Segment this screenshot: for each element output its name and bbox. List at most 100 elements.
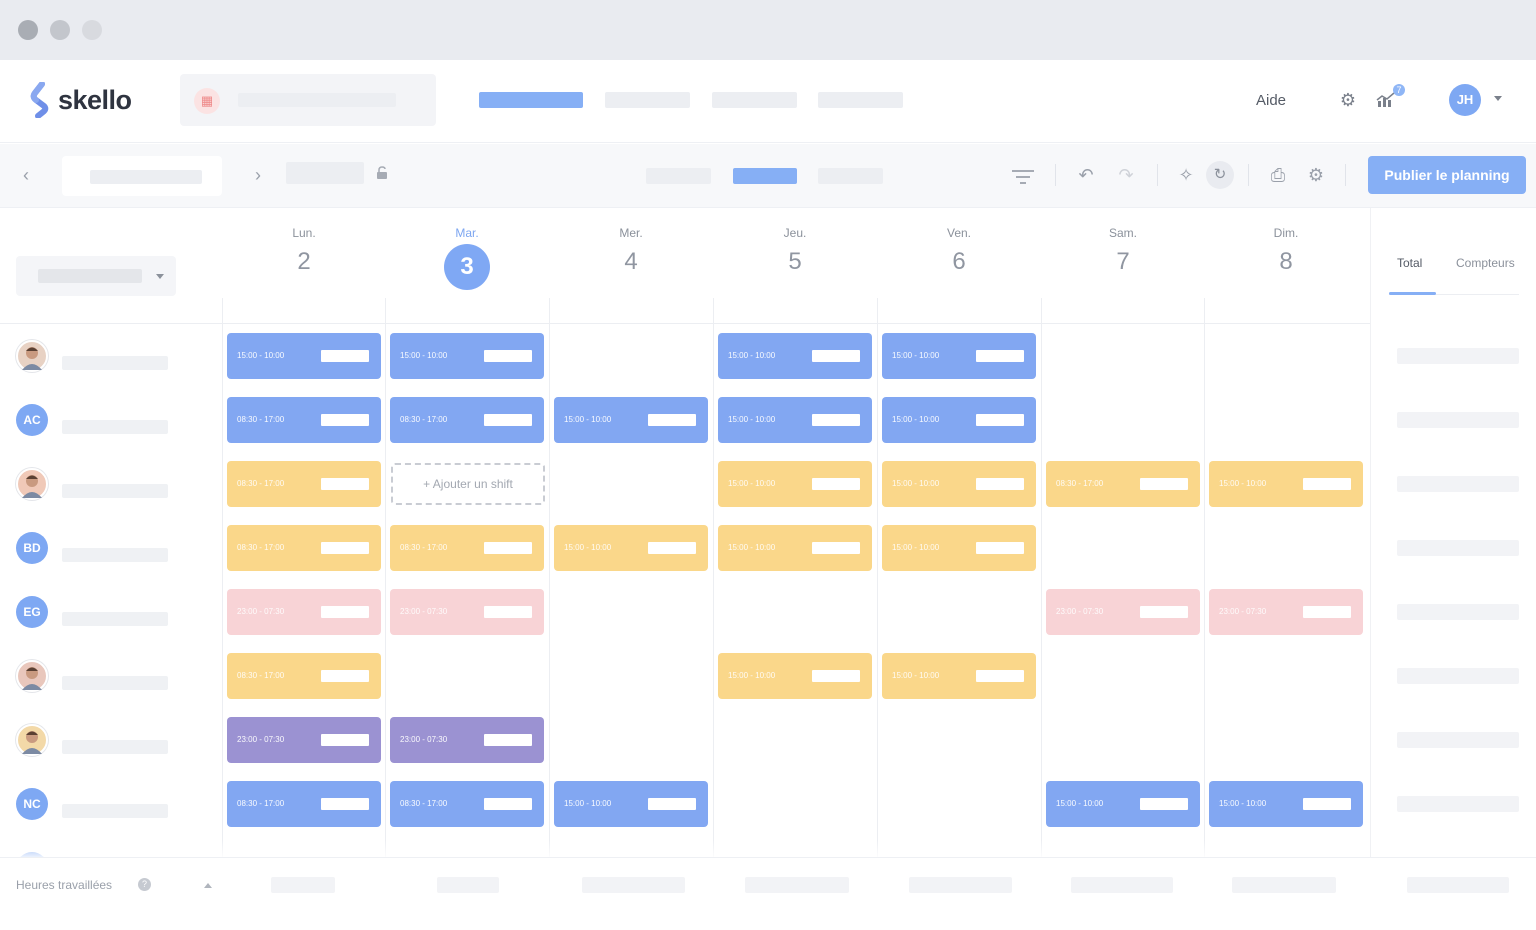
shift-card[interactable]: 15:00 - 10:00 xyxy=(882,653,1036,699)
shift-poste-placeholder xyxy=(812,350,860,362)
brand-logo[interactable]: skello xyxy=(30,82,132,118)
tab-counters[interactable]: Compteurs xyxy=(1456,256,1515,270)
smart-planner-icon[interactable]: ↻ xyxy=(1206,161,1234,189)
redo-icon[interactable]: ↷ xyxy=(1116,165,1136,185)
tab-total[interactable]: Total xyxy=(1397,256,1422,270)
employee-initials-avatar[interactable]: BD xyxy=(16,532,48,564)
employee-photo-avatar[interactable] xyxy=(16,340,48,372)
day-header[interactable]: Sam. 7 xyxy=(1043,226,1203,276)
day-header[interactable]: Jeu. 5 xyxy=(715,226,875,276)
settings-gear-icon[interactable]: ⚙ xyxy=(1338,90,1358,110)
filter-icon[interactable] xyxy=(1011,169,1035,185)
shift-card[interactable]: 08:30 - 17:00 xyxy=(390,525,544,571)
user-menu-chevron-down-icon[interactable] xyxy=(1494,96,1502,101)
shift-card[interactable]: 15:00 - 10:00 xyxy=(718,525,872,571)
shift-card[interactable]: 15:00 - 10:00 xyxy=(554,397,708,443)
view-tab-month[interactable] xyxy=(818,168,883,184)
shift-card[interactable]: 23:00 - 07:30 xyxy=(227,717,381,763)
window-maximize-button[interactable] xyxy=(82,20,102,40)
shift-card[interactable]: 15:00 - 10:00 xyxy=(1046,781,1200,827)
help-icon[interactable]: ? xyxy=(138,878,151,891)
view-tab-day[interactable] xyxy=(646,168,711,184)
day-header[interactable]: Mer. 4 xyxy=(551,226,711,276)
shift-card[interactable]: 15:00 - 10:00 xyxy=(718,461,872,507)
nav-tab[interactable] xyxy=(818,92,903,108)
employee-initials-avatar[interactable]: NC xyxy=(16,788,48,820)
day-column-divider xyxy=(1041,298,1042,858)
shop-selector[interactable]: ▦ xyxy=(180,74,436,126)
day-header[interactable]: Dim. 8 xyxy=(1206,226,1366,276)
shift-card[interactable]: 08:30 - 17:00 xyxy=(1046,461,1200,507)
employee-initials-avatar[interactable]: EG xyxy=(16,596,48,628)
shift-card[interactable]: 08:30 - 17:00 xyxy=(227,525,381,571)
employee-name-placeholder xyxy=(62,804,168,818)
employee-initials-avatar[interactable]: AC xyxy=(16,404,48,436)
window-minimize-button[interactable] xyxy=(50,20,70,40)
shift-card[interactable]: 15:00 - 10:00 xyxy=(718,653,872,699)
shift-card[interactable]: 23:00 - 07:30 xyxy=(1046,589,1200,635)
employee-photo-avatar[interactable] xyxy=(16,660,48,692)
date-range-placeholder xyxy=(90,170,202,184)
day-name: Ven. xyxy=(946,226,972,240)
shift-card[interactable]: 15:00 - 10:00 xyxy=(882,397,1036,443)
day-name: Lun. xyxy=(292,226,316,240)
day-header[interactable]: Lun. 2 xyxy=(224,226,384,276)
shift-card[interactable]: 08:30 - 17:00 xyxy=(227,397,381,443)
day-header[interactable]: Ven. 6 xyxy=(879,226,1039,276)
shift-card[interactable]: 08:30 - 17:00 xyxy=(227,653,381,699)
team-selector[interactable] xyxy=(16,256,176,296)
view-tab-week-active[interactable] xyxy=(733,168,797,184)
daily-hours-placeholder xyxy=(1232,877,1336,893)
employee-photo-avatar[interactable] xyxy=(16,724,48,756)
date-range-field[interactable] xyxy=(62,156,222,196)
employee-row: 08:30 - 17:00 15:00 - 10:00 15:00 - 10:00 xyxy=(0,653,1370,717)
shift-card[interactable]: 15:00 - 10:00 xyxy=(554,781,708,827)
help-link[interactable]: Aide xyxy=(1256,92,1286,109)
shift-card[interactable]: 08:30 - 17:00 xyxy=(390,781,544,827)
shift-card[interactable]: 15:00 - 10:00 xyxy=(1209,461,1363,507)
employee-row: 15:00 - 10:00 15:00 - 10:00 15:00 - 10:00 1… xyxy=(0,333,1370,397)
shift-card[interactable]: 08:30 - 17:00 xyxy=(390,397,544,443)
shift-card[interactable]: 08:30 - 17:00 xyxy=(227,781,381,827)
shift-card[interactable]: 15:00 - 10:00 xyxy=(882,333,1036,379)
shift-card[interactable]: 15:00 - 10:00 xyxy=(390,333,544,379)
nav-tab[interactable] xyxy=(712,92,797,108)
footer-chevron-up-icon[interactable] xyxy=(204,883,212,888)
shift-card[interactable]: 15:00 - 10:00 xyxy=(882,461,1036,507)
shift-card[interactable]: 23:00 - 07:30 xyxy=(390,717,544,763)
shift-card[interactable]: 15:00 - 10:00 xyxy=(1209,781,1363,827)
shift-time: 15:00 - 10:00 xyxy=(728,351,776,360)
unlock-icon[interactable] xyxy=(376,166,388,180)
shift-poste-placeholder xyxy=(484,542,532,554)
planning-settings-gear-icon[interactable]: ⚙ xyxy=(1306,165,1326,185)
shift-card[interactable]: 15:00 - 10:00 xyxy=(718,397,872,443)
employee-row: 08:30 - 17:00 + Ajouter un shift 15:00 - 1… xyxy=(0,461,1370,525)
magic-wand-icon[interactable]: ✧ xyxy=(1176,165,1196,185)
analytics-icon[interactable] xyxy=(1376,92,1396,108)
shift-card[interactable]: 23:00 - 07:30 xyxy=(227,589,381,635)
nav-tab-active[interactable] xyxy=(479,92,583,108)
person-icon xyxy=(22,667,42,690)
shift-card[interactable]: 15:00 - 10:00 xyxy=(554,525,708,571)
user-avatar[interactable]: JH xyxy=(1449,84,1481,116)
add-shift-button[interactable]: + Ajouter un shift xyxy=(391,463,545,505)
previous-week-chevron-left-icon[interactable]: ‹ xyxy=(18,165,34,185)
employee-total-placeholder xyxy=(1397,796,1519,812)
shift-card[interactable]: 15:00 - 10:00 xyxy=(882,525,1036,571)
shift-card[interactable]: 23:00 - 07:30 xyxy=(1209,589,1363,635)
shift-card[interactable]: 23:00 - 07:30 xyxy=(390,589,544,635)
shift-poste-placeholder xyxy=(1140,798,1188,810)
shift-card[interactable]: 08:30 - 17:00 xyxy=(227,461,381,507)
shift-card[interactable]: 15:00 - 10:00 xyxy=(227,333,381,379)
undo-icon[interactable]: ↶ xyxy=(1076,165,1096,185)
skello-logo-icon xyxy=(30,82,49,118)
next-week-chevron-right-icon[interactable]: › xyxy=(250,165,266,185)
shift-time: 15:00 - 10:00 xyxy=(1056,799,1104,808)
window-close-button[interactable] xyxy=(18,20,38,40)
day-header[interactable]: Mar. 3 xyxy=(387,226,547,290)
print-icon[interactable]: ⎙ xyxy=(1268,165,1288,185)
nav-tab[interactable] xyxy=(605,92,690,108)
employee-photo-avatar[interactable] xyxy=(16,468,48,500)
publish-planning-button[interactable]: Publier le planning xyxy=(1368,156,1526,194)
shift-card[interactable]: 15:00 - 10:00 xyxy=(718,333,872,379)
